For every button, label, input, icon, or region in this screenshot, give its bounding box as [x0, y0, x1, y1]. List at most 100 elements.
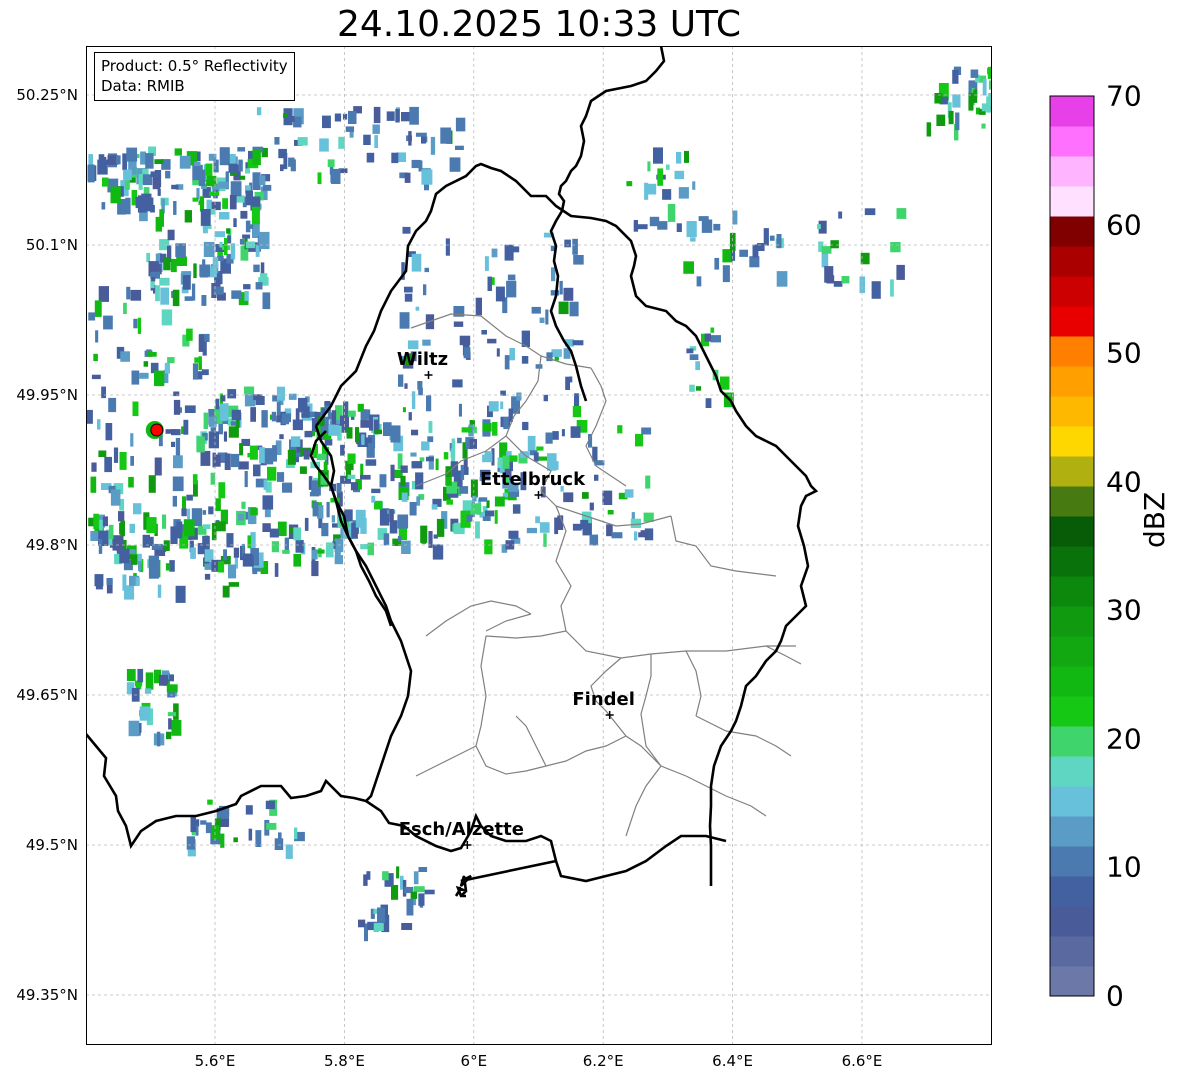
- echo-cell: [511, 283, 516, 297]
- echo-cell: [484, 256, 489, 271]
- echo-cell: [411, 429, 419, 436]
- echo-cell: [171, 184, 179, 190]
- echo-cell: [684, 150, 689, 163]
- colorbar-swatch: [1050, 96, 1094, 127]
- echo-cell: [154, 457, 162, 476]
- echo-cell: [871, 281, 881, 299]
- echo-cell: [948, 110, 954, 125]
- echo-cell: [228, 426, 239, 438]
- echo-cell: [383, 422, 392, 436]
- echo-cell: [159, 674, 169, 686]
- colorbar-swatch: [1050, 936, 1094, 967]
- echo-cell: [390, 425, 401, 443]
- echo-cell: [569, 301, 579, 317]
- echo-cell: [896, 208, 907, 219]
- echo-cell: [952, 69, 959, 84]
- echo-cell: [411, 253, 422, 272]
- echo-cell: [379, 474, 387, 488]
- colorbar-swatch: [1050, 726, 1094, 757]
- echo-cell: [208, 506, 214, 515]
- echo-cell: [763, 228, 769, 246]
- echo-cell: [374, 429, 382, 435]
- echo-cell: [123, 169, 132, 181]
- colorbar-swatch: [1050, 216, 1094, 247]
- echo-cell: [304, 430, 313, 438]
- echo-cell: [408, 412, 412, 421]
- radar-map[interactable]: Wiltz Ettelbruck Findel Esch/Alzette: [86, 46, 992, 1045]
- echo-cell: [440, 127, 452, 144]
- echo-cell: [526, 527, 537, 534]
- echo-cell: [365, 459, 377, 466]
- echo-cell: [104, 456, 112, 473]
- echo-cell: [634, 531, 638, 541]
- echo-cell: [288, 157, 295, 167]
- echo-cell: [404, 172, 411, 183]
- echo-cell: [156, 731, 161, 747]
- echo-cell: [298, 397, 308, 412]
- echo-cell: [407, 340, 419, 350]
- echo-cell: [164, 362, 170, 374]
- echo-cell: [198, 334, 204, 352]
- echo-cell: [252, 548, 259, 555]
- echo-cell: [455, 145, 464, 150]
- echo-cell: [238, 159, 243, 172]
- echo-cell: [374, 500, 383, 510]
- echo-cell: [126, 286, 131, 300]
- echo-cell: [981, 123, 986, 129]
- echo-cell: [167, 712, 177, 717]
- echo-cell: [415, 472, 424, 490]
- echo-cell: [373, 923, 384, 931]
- echo-cell: [475, 521, 480, 539]
- echo-cell: [90, 531, 99, 541]
- echo-cell: [389, 508, 394, 522]
- echo-cell: [202, 524, 211, 529]
- echo-cell: [864, 208, 876, 216]
- echo-cell: [168, 718, 172, 730]
- colorbar-label: dBZ: [1138, 491, 1171, 548]
- echo-cell: [299, 466, 307, 474]
- echo-cell: [338, 136, 345, 149]
- echo-cell: [255, 830, 262, 847]
- echo-cell: [258, 231, 270, 250]
- echo-cell: [220, 149, 226, 162]
- echo-cell: [934, 93, 943, 104]
- echo-cell: [186, 328, 193, 341]
- radar-map-canvas[interactable]: Wiltz Ettelbruck Findel Esch/Alzette: [86, 46, 992, 1045]
- echo-cell: [183, 419, 189, 435]
- echo-cell: [536, 446, 544, 451]
- echo-cell: [580, 519, 589, 530]
- colorbar-swatch: [1050, 906, 1094, 937]
- echo-cell: [137, 668, 144, 683]
- echo-cell: [172, 289, 180, 307]
- echo-cell: [324, 401, 331, 406]
- colorbar-swatch: [1050, 546, 1094, 577]
- colorbar-swatch: [1050, 426, 1094, 457]
- echo-cell: [955, 112, 960, 131]
- echo-cell: [184, 210, 192, 223]
- echo-cell: [390, 464, 395, 482]
- echo-cell: [282, 482, 293, 493]
- city-label: Findel: [572, 689, 635, 710]
- echo-cell: [227, 235, 231, 244]
- echo-cell: [573, 255, 584, 265]
- echo-cell: [303, 448, 310, 460]
- echo-cell: [821, 246, 832, 254]
- echo-cell: [192, 474, 198, 485]
- echo-cell: [637, 224, 648, 230]
- echo-cell: [504, 355, 510, 370]
- echo-cell: [572, 340, 584, 346]
- colorbar-swatch: [1050, 396, 1094, 427]
- colorbar-swatch: [1050, 786, 1094, 817]
- echo-cell: [277, 521, 287, 537]
- lat-tick-label: 49.8°N: [25, 536, 78, 554]
- echo-cell: [263, 479, 268, 490]
- echo-cell: [327, 159, 335, 168]
- echo-cell: [148, 475, 156, 493]
- echo-cell: [166, 684, 178, 693]
- echo-cell: [186, 836, 195, 850]
- echo-cell: [264, 448, 274, 465]
- product-info-box: Product: 0.5° Reflectivity Data: RMIB: [94, 52, 295, 101]
- echo-cell: [93, 353, 98, 362]
- echo-cell: [283, 152, 288, 170]
- echo-cell: [271, 541, 279, 553]
